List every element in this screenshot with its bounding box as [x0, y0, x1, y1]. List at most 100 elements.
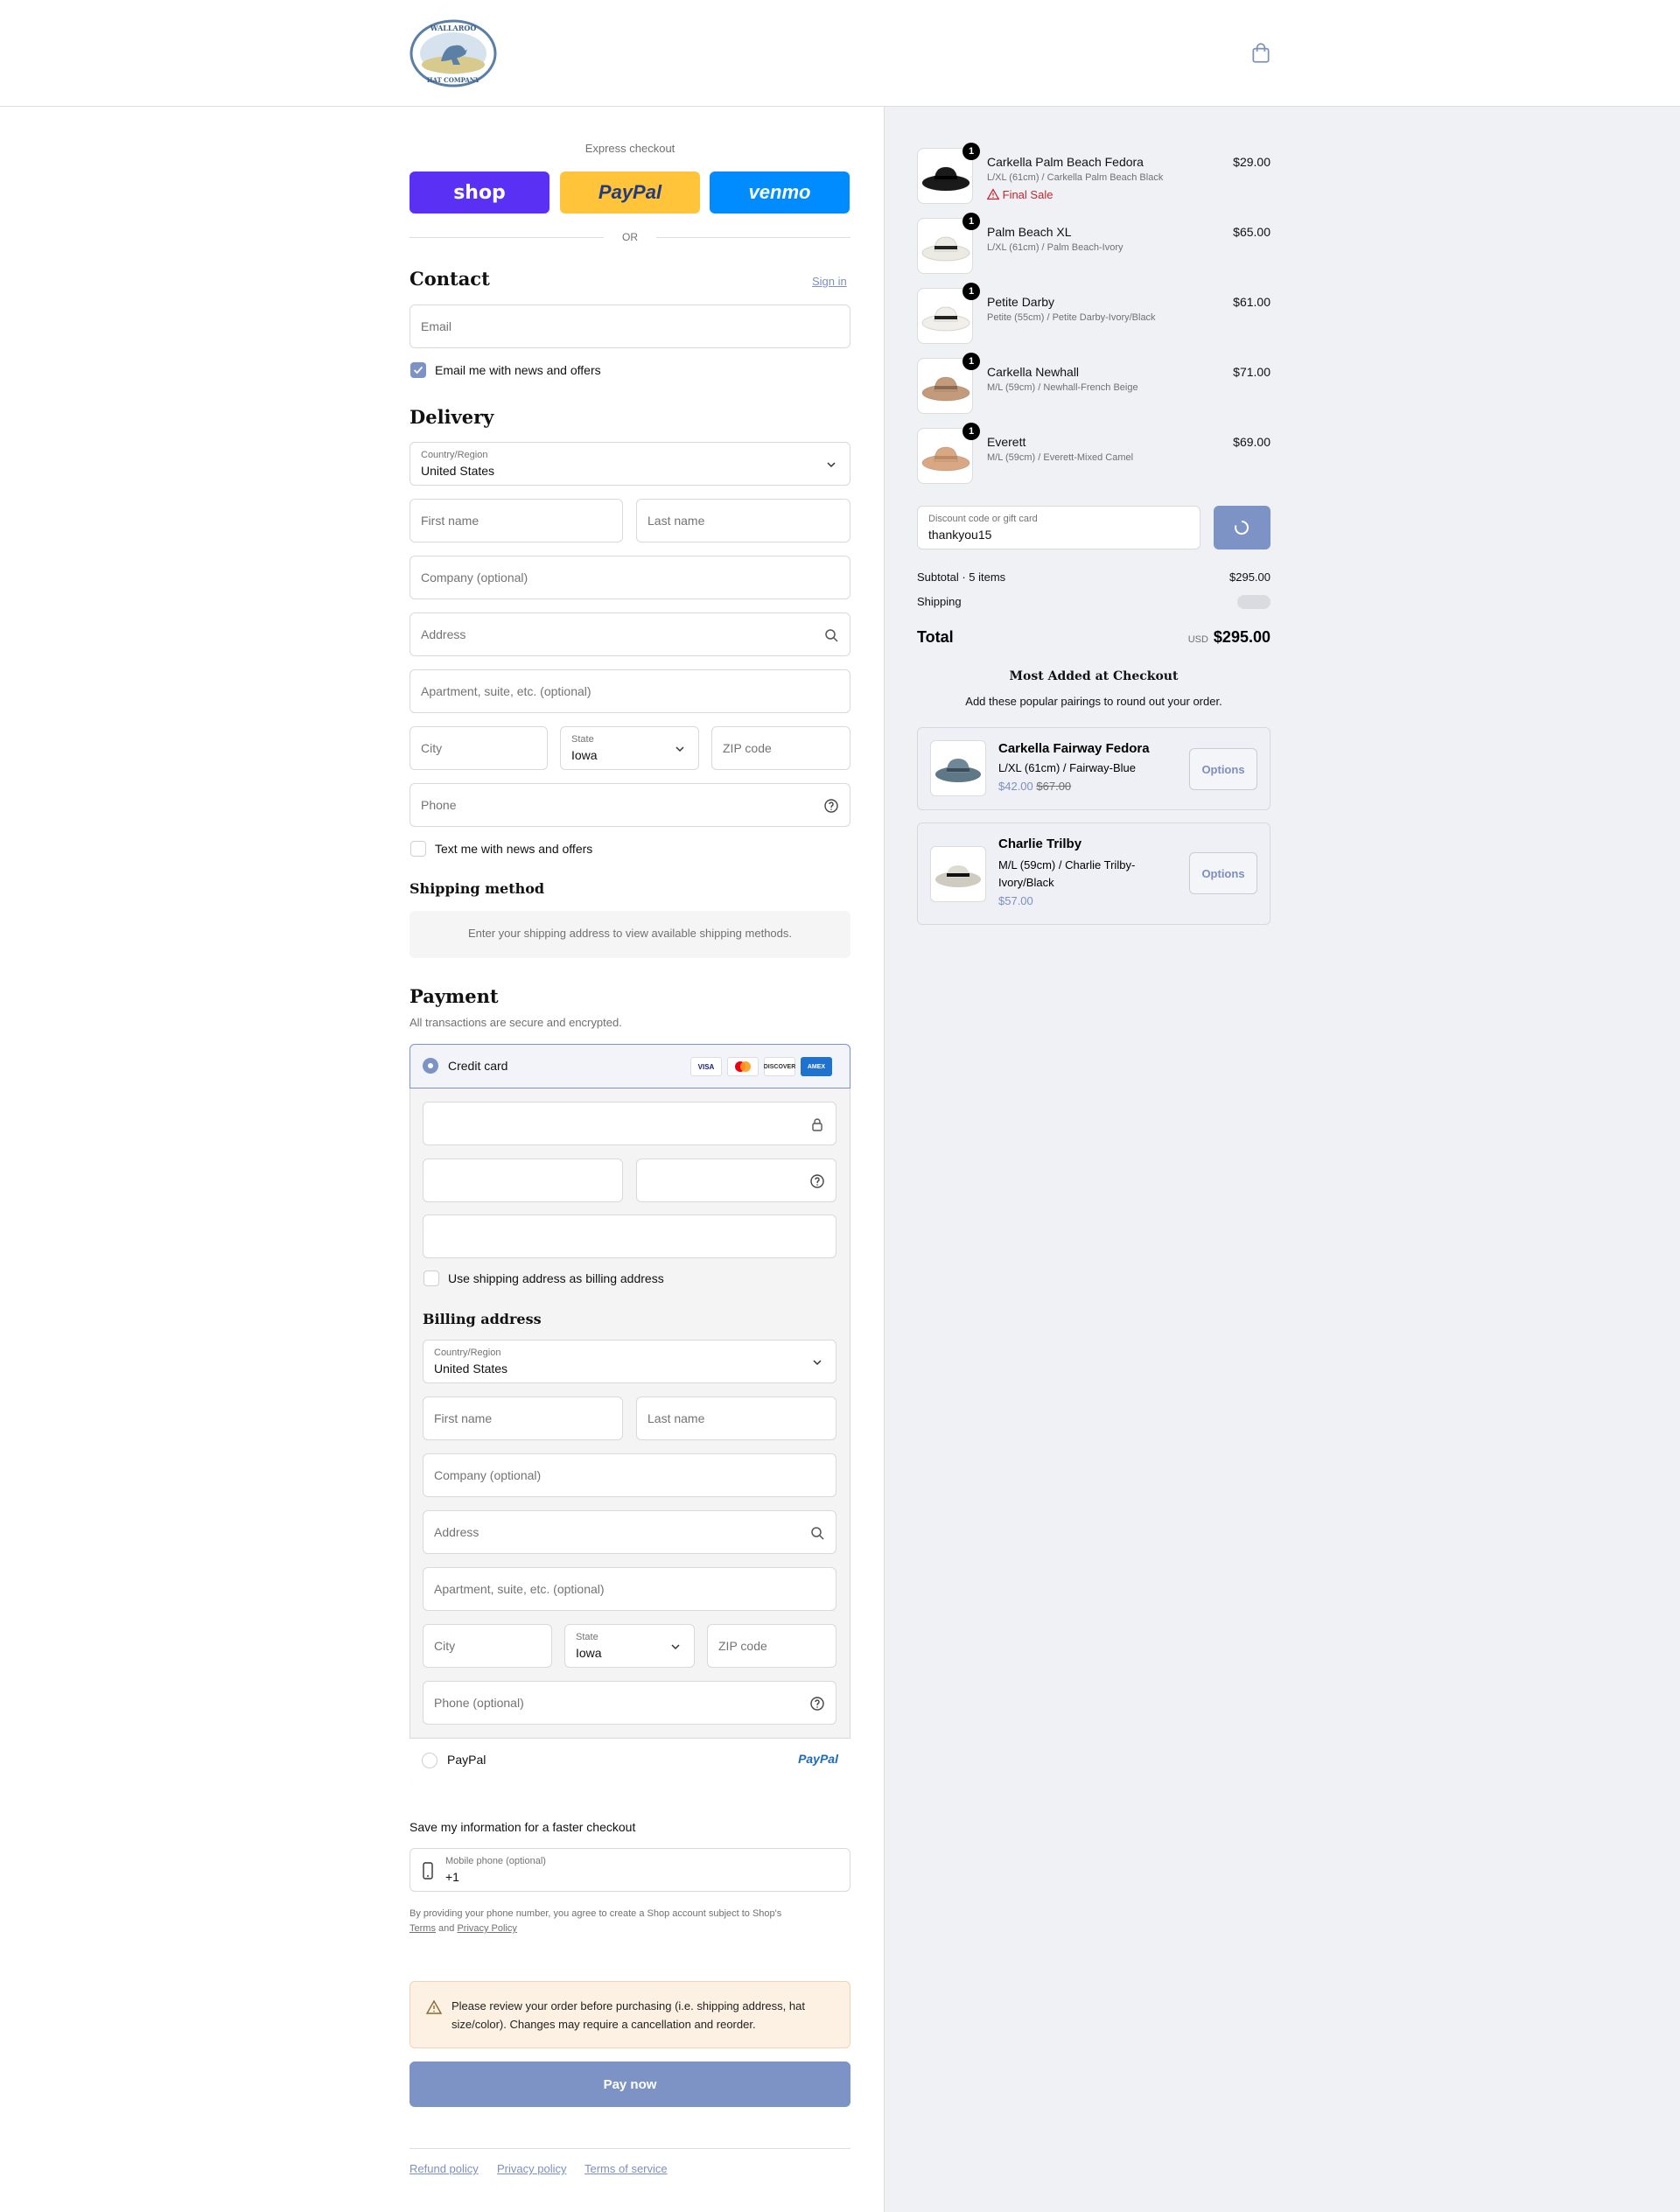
total-amount: USD $295.00 [1094, 628, 1270, 647]
first-name-field[interactable]: First name [410, 499, 623, 542]
billing-zip-field[interactable]: ZIP code [707, 1624, 836, 1668]
pay-now-button[interactable]: Pay now [410, 2062, 850, 2107]
security-code-field[interactable] [636, 1158, 836, 1202]
sale-price: $42.00 [998, 780, 1033, 793]
country-value: United States [421, 464, 495, 478]
venmo-button[interactable]: venmo [710, 172, 850, 214]
mobile-phone-field[interactable]: Mobile phone (optional) +1 [410, 1848, 850, 1892]
billing-company-placeholder: Company (optional) [434, 1468, 542, 1482]
privacy-policy-link[interactable]: Privacy policy [497, 2162, 566, 2175]
billing-country-select[interactable]: Country/Region United States [423, 1340, 836, 1383]
billing-address-field[interactable]: Address [423, 1510, 836, 1554]
upsell-name: Charlie Trilby [998, 836, 1082, 851]
item-variant: L/XL (61cm) / Carkella Palm Beach Black [987, 172, 1164, 183]
delivery-title: Delivery [410, 406, 494, 428]
billing-country-value: United States [434, 1362, 508, 1376]
total-label: Total [917, 628, 954, 646]
terms-link[interactable]: Terms [410, 1923, 436, 1934]
mastercard-icon [727, 1057, 759, 1076]
quantity-badge: 1 [962, 353, 980, 370]
line-item: 1 Carkella Newhall M/L (59cm) / Newhall-… [917, 353, 1270, 419]
discount-code-field[interactable]: Discount code or gift card thankyou15 [917, 506, 1200, 550]
item-price: $71.00 [1233, 365, 1270, 379]
billing-state-select[interactable]: State Iowa [564, 1624, 695, 1668]
expiration-field[interactable] [423, 1158, 623, 1202]
shop-disclaimer: By providing your phone number, you agre… [410, 1907, 850, 1936]
phone-field[interactable]: Phone [410, 783, 850, 827]
discount-label: Discount code or gift card [928, 514, 1038, 524]
billing-state-value: Iowa [576, 1646, 602, 1660]
billing-last-name-field[interactable]: Last name [636, 1396, 836, 1440]
upsell-subtitle: Add these popular pairings to round out … [965, 695, 1222, 708]
card-brands: VISA DISCOVER AMEX [690, 1057, 839, 1076]
quantity-badge: 1 [962, 283, 980, 300]
options-button[interactable]: Options [1189, 748, 1257, 790]
company-field[interactable]: Company (optional) [410, 556, 850, 599]
last-name-field[interactable]: Last name [636, 499, 850, 542]
billing-apartment-field[interactable]: Apartment, suite, etc. (optional) [423, 1567, 836, 1611]
shop-pay-button[interactable]: shop [410, 172, 550, 214]
state-select[interactable]: State Iowa [560, 726, 699, 770]
apartment-field[interactable]: Apartment, suite, etc. (optional) [410, 669, 850, 713]
upsell-variant: M/L (59cm) / Charlie Trilby-Ivory/Black [998, 858, 1136, 889]
line-item: 1 Carkella Palm Beach Fedora L/XL (61cm)… [917, 143, 1270, 209]
email-field[interactable]: Email [410, 304, 850, 348]
help-icon[interactable] [823, 798, 839, 814]
item-name: Petite Darby [987, 295, 1055, 309]
billing-first-name-field[interactable]: First name [423, 1396, 623, 1440]
payment-subtitle: All transactions are secure and encrypte… [410, 1016, 622, 1029]
help-icon[interactable] [809, 1696, 825, 1712]
paypal-option[interactable]: PayPal PayPal [410, 1738, 850, 1782]
card-number-field[interactable] [423, 1102, 836, 1145]
options-button[interactable]: Options [1189, 852, 1257, 894]
credit-card-radio[interactable] [423, 1058, 438, 1074]
terms-of-service-link[interactable]: Terms of service [584, 2162, 668, 2175]
product-image [930, 740, 986, 796]
apply-discount-button[interactable] [1214, 506, 1270, 550]
billing-city-placeholder: City [434, 1639, 456, 1653]
name-on-card-field[interactable] [423, 1214, 836, 1258]
shopping-bag-icon[interactable] [1250, 42, 1272, 65]
sign-in-link[interactable]: Sign in [812, 275, 847, 288]
mobile-phone-label: Mobile phone (optional) [445, 1856, 546, 1866]
privacy-link[interactable]: Privacy Policy [457, 1923, 516, 1934]
final-sale-badge: Final Sale [986, 188, 1053, 201]
save-info-title: Save my information for a faster checkou… [410, 1820, 636, 1834]
text-news-checkbox[interactable] [410, 841, 426, 857]
billing-phone-field[interactable]: Phone (optional) [423, 1681, 836, 1725]
loading-spinner-icon [1235, 520, 1250, 535]
item-name: Carkella Newhall [987, 365, 1080, 379]
use-shipping-checkbox[interactable] [424, 1270, 439, 1286]
country-select[interactable]: Country/Region United States [410, 442, 850, 486]
use-shipping-label: Use shipping address as billing address [448, 1271, 664, 1285]
company-placeholder: Company (optional) [421, 570, 528, 584]
search-icon [825, 629, 838, 642]
currency-code: USD [1187, 634, 1208, 645]
wallaroo-logo[interactable]: WALLAROO HAT COMPANY [410, 19, 497, 88]
upsell-title: Most Added at Checkout [1009, 669, 1179, 683]
paypal-radio[interactable] [422, 1753, 438, 1768]
apartment-placeholder: Apartment, suite, etc. (optional) [421, 684, 592, 698]
email-news-checkbox[interactable] [410, 362, 426, 378]
refund-policy-link[interactable]: Refund policy [410, 2162, 479, 2175]
address-field[interactable]: Address [410, 612, 850, 656]
line-item: 1 Petite Darby Petite (55cm) / Petite Da… [917, 283, 1270, 349]
city-field[interactable]: City [410, 726, 548, 770]
zip-field[interactable]: ZIP code [711, 726, 850, 770]
billing-company-field[interactable]: Company (optional) [423, 1453, 836, 1497]
quantity-badge: 1 [962, 213, 980, 230]
upsell-variant: L/XL (61cm) / Fairway-Blue [998, 761, 1137, 774]
amex-icon: AMEX [801, 1057, 832, 1076]
visa-icon: VISA [690, 1057, 722, 1076]
divider [656, 237, 850, 238]
divider [410, 237, 604, 238]
phone-placeholder: Phone [421, 798, 457, 812]
state-label: State [571, 734, 594, 745]
billing-address-title: Billing address [423, 1311, 542, 1327]
credit-card-option[interactable]: Credit card VISA DISCOVER AMEX [410, 1044, 850, 1088]
billing-phone-placeholder: Phone (optional) [434, 1696, 524, 1710]
help-icon[interactable] [809, 1173, 825, 1189]
chevron-down-icon [813, 1360, 822, 1366]
billing-city-field[interactable]: City [423, 1624, 552, 1668]
paypal-button[interactable]: PayPal [560, 172, 700, 214]
